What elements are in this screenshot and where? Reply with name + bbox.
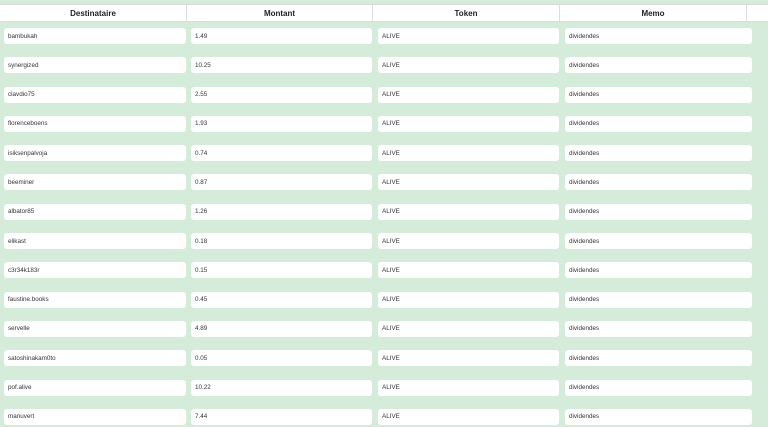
column-header-memo[interactable]: Memo <box>560 5 747 21</box>
memo-field[interactable]: dividendes <box>565 350 752 367</box>
amount-field[interactable]: 0.45 <box>191 291 372 308</box>
amount-field[interactable]: 1.93 <box>191 115 372 132</box>
amount-field[interactable]: 4.89 <box>191 320 372 337</box>
recipient-field[interactable]: florenceboens <box>4 115 186 132</box>
token-field[interactable]: ALIVE <box>378 320 559 337</box>
column-header-recipient[interactable]: Destinataire <box>0 5 187 21</box>
memo-field[interactable]: dividendes <box>565 379 752 396</box>
memo-field[interactable]: dividendes <box>565 174 752 191</box>
recipient-field[interactable]: isiksenpalvoja <box>4 145 186 162</box>
table-row: bambukah 1.49 ALIVE dividendes <box>0 22 768 51</box>
recipient-field[interactable]: bambukah <box>4 28 186 44</box>
token-field[interactable]: ALIVE <box>378 86 559 103</box>
memo-field[interactable]: dividendes <box>565 28 752 44</box>
table-body: bambukah 1.49 ALIVE dividendes synergize… <box>0 22 768 427</box>
column-header-token[interactable]: Token <box>373 5 560 21</box>
token-field[interactable]: ALIVE <box>378 291 559 308</box>
memo-field[interactable]: dividendes <box>565 203 752 220</box>
token-field[interactable]: ALIVE <box>378 408 559 425</box>
recipient-field[interactable]: faustine.books <box>4 291 186 308</box>
recipient-field[interactable]: manuvert <box>4 408 186 425</box>
token-field[interactable]: ALIVE <box>378 233 559 250</box>
amount-field[interactable]: 1.49 <box>191 28 372 44</box>
table-row: c3r34k183r 0.15 ALIVE dividendes <box>0 256 768 285</box>
recipient-field[interactable]: pof.alive <box>4 379 186 396</box>
token-field[interactable]: ALIVE <box>378 350 559 367</box>
memo-field[interactable]: dividendes <box>565 115 752 132</box>
table-row: satoshinakam0to 0.05 ALIVE dividendes <box>0 344 768 373</box>
token-field[interactable]: ALIVE <box>378 203 559 220</box>
memo-field[interactable]: dividendes <box>565 145 752 162</box>
table-row: pof.alive 10.22 ALIVE dividendes <box>0 374 768 403</box>
token-field[interactable]: ALIVE <box>378 145 559 162</box>
table-row: servelle 4.89 ALIVE dividendes <box>0 315 768 344</box>
memo-field[interactable]: dividendes <box>565 291 752 308</box>
amount-field[interactable]: 0.74 <box>191 145 372 162</box>
amount-field[interactable]: 10.22 <box>191 379 372 396</box>
table-row: albator85 1.26 ALIVE dividendes <box>0 198 768 227</box>
recipient-field[interactable]: clavdio75 <box>4 86 186 103</box>
table-row: florenceboens 1.93 ALIVE dividendes <box>0 110 768 139</box>
amount-field[interactable]: 0.18 <box>191 233 372 250</box>
amount-field[interactable]: 10.25 <box>191 57 372 74</box>
amount-field[interactable]: 0.15 <box>191 262 372 279</box>
table-row: isiksenpalvoja 0.74 ALIVE dividendes <box>0 139 768 168</box>
token-field[interactable]: ALIVE <box>378 57 559 74</box>
amount-field[interactable]: 7.44 <box>191 408 372 425</box>
token-field[interactable]: ALIVE <box>378 262 559 279</box>
memo-field[interactable]: dividendes <box>565 233 752 250</box>
amount-field[interactable]: 2.55 <box>191 86 372 103</box>
recipient-field[interactable]: albator85 <box>4 203 186 220</box>
amount-field[interactable]: 1.26 <box>191 203 372 220</box>
recipient-field[interactable]: c3r34k183r <box>4 262 186 279</box>
table-row: beeminer 0.87 ALIVE dividendes <box>0 168 768 197</box>
amount-field[interactable]: 0.05 <box>191 350 372 367</box>
memo-field[interactable]: dividendes <box>565 262 752 279</box>
memo-field[interactable]: dividendes <box>565 408 752 425</box>
column-header-amount[interactable]: Montant <box>187 5 373 21</box>
memo-field[interactable]: dividendes <box>565 320 752 337</box>
table-row: manuvert 7.44 ALIVE dividendes <box>0 403 768 427</box>
recipient-field[interactable]: satoshinakam0to <box>4 350 186 367</box>
table-row: synergized 10.25 ALIVE dividendes <box>0 51 768 80</box>
memo-field[interactable]: dividendes <box>565 86 752 103</box>
recipient-field[interactable]: beeminer <box>4 174 186 191</box>
recipient-field[interactable]: synergized <box>4 57 186 74</box>
column-header-spacer <box>747 5 768 21</box>
table-row: elikast 0.18 ALIVE dividendes <box>0 227 768 256</box>
recipient-field[interactable]: servelle <box>4 320 186 337</box>
table-row: faustine.books 0.45 ALIVE dividendes <box>0 286 768 315</box>
memo-field[interactable]: dividendes <box>565 57 752 74</box>
recipient-field[interactable]: elikast <box>4 233 186 250</box>
token-field[interactable]: ALIVE <box>378 379 559 396</box>
amount-field[interactable]: 0.87 <box>191 174 372 191</box>
transfer-table: Destinataire Montant Token Memo bambukah… <box>0 0 768 427</box>
token-field[interactable]: ALIVE <box>378 28 559 44</box>
table-row: clavdio75 2.55 ALIVE dividendes <box>0 81 768 110</box>
table-header: Destinataire Montant Token Memo <box>0 4 768 22</box>
token-field[interactable]: ALIVE <box>378 174 559 191</box>
token-field[interactable]: ALIVE <box>378 115 559 132</box>
